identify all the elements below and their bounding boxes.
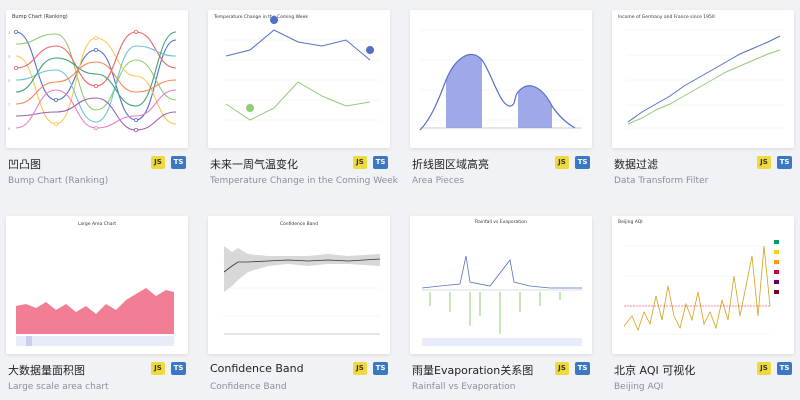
thumb-title: Income of Germany and France since 1950 [618,14,715,20]
large-area-preview: Large Area Chart [16,221,174,346]
thumb-title: Rainfall vs Evaporation [475,219,527,225]
js-badge[interactable]: JS [151,156,165,169]
card-title-en: Confidence Band [210,382,287,392]
card-title-en: Large scale area chart [8,382,109,392]
chart-thumbnail[interactable]: Income of Germany and France since 1950 [612,10,794,148]
thumb-title: Beijing AQI [618,219,643,225]
js-badge[interactable]: JS [353,156,367,169]
chart-thumbnail[interactable]: Temperature Change in the Coming Week [208,10,390,148]
confidence-band-preview: Confidence Band [222,221,381,335]
card-title-cn[interactable]: 未来一周气温变化 [210,156,298,172]
card-title-cn[interactable]: 凹凸图 [8,156,41,172]
svg-text:9: 9 [8,127,10,131]
ts-badge[interactable]: TS [171,156,186,169]
js-badge[interactable]: JS [151,362,165,375]
card-title-en: Beijing AQI [614,382,664,392]
card-title-cn[interactable]: 折线图区域高亮 [412,156,489,172]
card-title-cn[interactable]: 大数据量面积图 [8,362,85,378]
card-title-en: Rainfall vs Evaporation [412,382,516,392]
ts-badge[interactable]: TS [777,156,792,169]
ts-badge[interactable]: TS [777,362,792,375]
card-title-cn[interactable]: Confidence Band [210,362,304,375]
svg-text:1: 1 [8,31,10,35]
js-badge[interactable]: JS [757,156,771,169]
js-badge[interactable]: JS [555,362,569,375]
card-title-en: Data Transform Filter [614,176,709,186]
svg-text:5: 5 [8,79,10,83]
line-chart-preview: Income of Germany and France since 1950 [618,14,784,129]
js-badge[interactable]: JS [353,362,367,375]
svg-text:7: 7 [8,103,10,107]
card-title-cn[interactable]: 北京 AQI 可视化 [614,362,695,378]
chart-thumbnail[interactable]: Confidence Band [208,216,390,354]
ts-badge[interactable]: TS [373,362,388,375]
beijing-aqi-preview: Beijing AQI [618,219,779,335]
card-title-cn[interactable]: 数据过滤 [614,156,658,172]
card-title-en: Temperature Change in the Coming Week [210,176,398,186]
ts-badge[interactable]: TS [171,362,186,375]
thumb-title: Confidence Band [280,221,318,227]
card-title-en: Area Pieces [412,176,465,186]
thumb-title: Bump Chart (Ranking) [12,14,68,20]
rainfall-evaporation-preview: Rainfall vs Evaporation [421,219,582,346]
chart-thumbnail[interactable]: Rainfall vs Evaporation [410,216,592,354]
chart-thumbnail[interactable]: Beijing AQI [612,216,794,354]
chart-thumbnail[interactable] [410,10,592,148]
svg-text:3: 3 [8,55,10,59]
js-badge[interactable]: JS [555,156,569,169]
js-badge[interactable]: JS [757,362,771,375]
card-title-en: Bump Chart (Ranking) [8,176,109,186]
ts-badge[interactable]: TS [575,156,590,169]
ts-badge[interactable]: TS [373,156,388,169]
line-chart-preview: Temperature Change in the Coming Week [213,14,380,121]
area-pieces-preview [419,29,582,131]
thumb-title: Large Area Chart [78,221,116,227]
thumb-title: Temperature Change in the Coming Week [213,14,308,20]
card-title-cn[interactable]: 雨量Evaporation关系图 [412,362,533,378]
ts-badge[interactable]: TS [575,362,590,375]
chart-thumbnail[interactable]: Bump Chart (Ranking) 1 3 5 7 9 [6,10,188,148]
chart-thumbnail[interactable]: Large Area Chart [6,216,188,354]
bump-chart-preview: Bump Chart (Ranking) 1 3 5 7 9 [8,14,177,133]
